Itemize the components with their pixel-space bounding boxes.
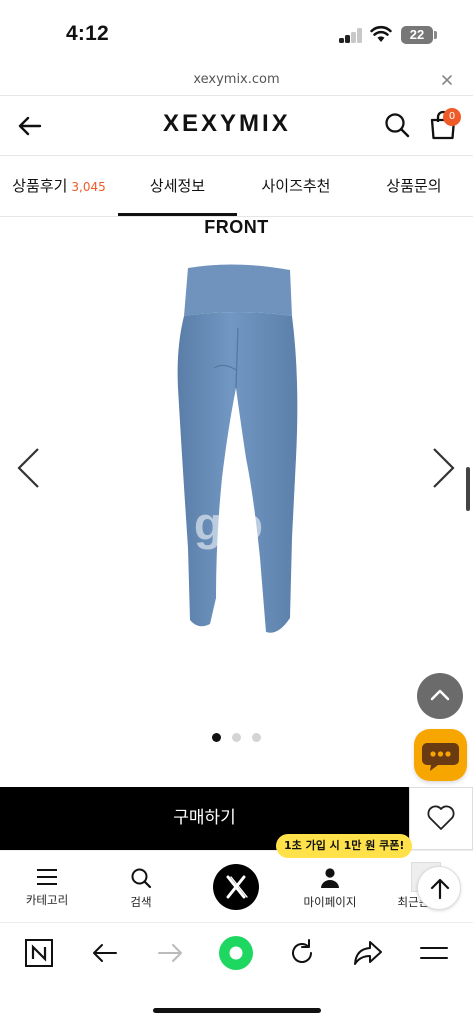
close-icon[interactable] — [438, 71, 456, 89]
chat-button[interactable] — [414, 729, 467, 781]
status-time: 4:12 — [66, 22, 109, 45]
signup-promo-badge[interactable]: 1초 가입 시 1만 원 쿠폰! — [276, 834, 413, 858]
url-domain[interactable]: xexymix.com — [0, 72, 473, 87]
cellular-signal-icon — [339, 28, 363, 43]
tab-size-recommend[interactable]: 사이즈추천 — [237, 156, 355, 217]
carousel-pagination — [212, 733, 272, 743]
carousel-dot[interactable] — [252, 733, 261, 742]
home-indicator — [153, 1008, 321, 1013]
tab-label: 사이즈추천 — [261, 177, 331, 195]
share-icon[interactable] — [350, 935, 386, 971]
arrow-up-icon — [430, 878, 450, 900]
chevron-up-icon — [430, 689, 450, 701]
site-header: XEXYMIX — [0, 96, 473, 156]
nav-search[interactable]: 검색 — [101, 851, 181, 923]
nav-label: 마이페이지 — [303, 895, 357, 909]
previous-image-arrow[interactable] — [14, 446, 44, 490]
search-icon[interactable] — [382, 110, 412, 140]
browser-forward-icon[interactable] — [152, 935, 188, 971]
battery-icon: 22 — [401, 26, 433, 44]
brand-x-icon — [226, 875, 248, 899]
brand-logo[interactable]: XEXYMIX — [163, 110, 291, 138]
chat-bubble-icon — [422, 743, 459, 771]
wishlist-button[interactable] — [409, 787, 473, 850]
product-tabs: 상품후기 3,045 상세정보 사이즈추천 상품문의 — [0, 156, 473, 217]
battery-tip — [434, 31, 437, 39]
tab-inquiry[interactable]: 상품문의 — [355, 156, 473, 217]
tab-details[interactable]: 상세정보 — [118, 156, 237, 217]
nav-category[interactable]: 카테고리 — [7, 851, 87, 923]
watermark-text: g.o — [194, 498, 263, 550]
carousel-dot[interactable] — [232, 733, 241, 742]
wifi-icon — [370, 25, 392, 42]
active-tab-indicator — [118, 213, 237, 216]
back-arrow-icon[interactable] — [14, 110, 46, 142]
browser-menu-icon[interactable] — [416, 935, 452, 971]
browser-back-icon[interactable] — [87, 935, 123, 971]
cart-count-badge: 0 — [443, 108, 461, 126]
tab-label: 상세정보 — [149, 177, 206, 195]
carousel-dot[interactable] — [212, 733, 221, 742]
tab-reviews[interactable]: 상품후기 3,045 — [0, 156, 118, 217]
heart-icon — [427, 805, 455, 830]
tab-label: 상품후기 — [12, 177, 68, 195]
tab-label: 상품문의 — [386, 177, 442, 195]
nav-label: 카테고리 — [25, 893, 69, 907]
refresh-icon[interactable] — [284, 935, 320, 971]
next-image-arrow[interactable] — [428, 446, 458, 490]
view-label: FRONT — [204, 217, 269, 237]
scroll-top-button[interactable] — [417, 673, 463, 719]
status-bar: 4:12 22 — [0, 0, 473, 66]
browser-url-bar[interactable]: xexymix.com — [0, 66, 473, 96]
scroll-up-button[interactable] — [417, 866, 461, 910]
menu-icon — [37, 869, 57, 885]
scrollbar-thumb[interactable] — [466, 467, 470, 511]
search-icon — [131, 868, 152, 889]
nav-home-logo[interactable] — [213, 864, 259, 910]
nav-label: 검색 — [130, 895, 152, 909]
nav-mypage[interactable]: 마이페이지 — [290, 851, 370, 923]
naver-n-icon[interactable] — [21, 935, 57, 971]
product-leggings-image[interactable]: g.o — [150, 258, 320, 643]
browser-home-icon[interactable] — [218, 935, 254, 971]
review-count: 3,045 — [71, 180, 106, 194]
person-icon — [321, 868, 339, 888]
